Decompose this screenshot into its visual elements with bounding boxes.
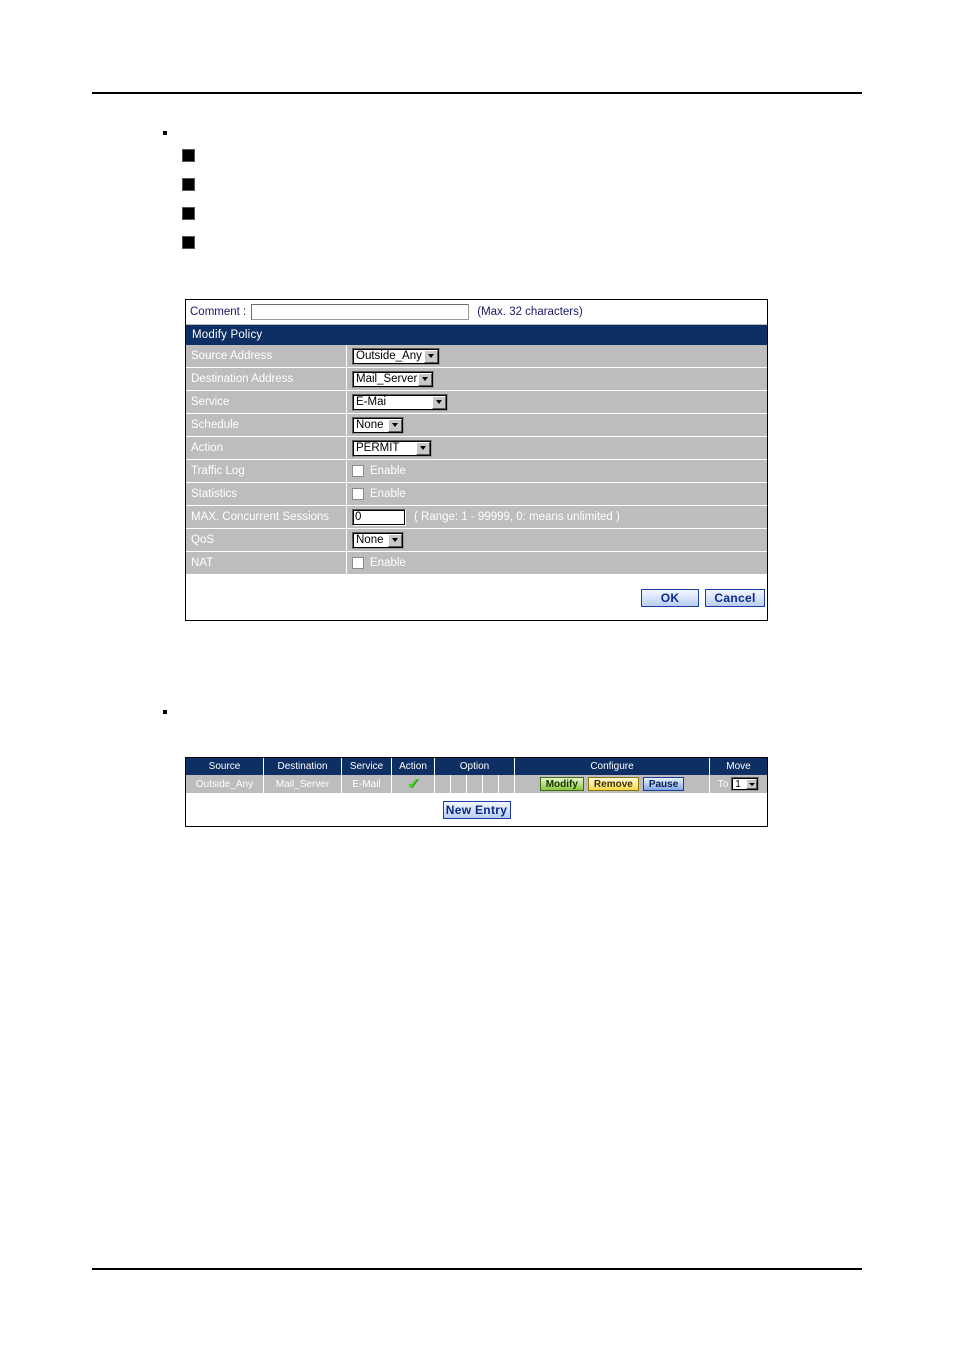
cell-source: Outside_Any bbox=[186, 775, 264, 793]
cell-option bbox=[435, 775, 515, 793]
cell-service: E-Mail bbox=[342, 775, 392, 793]
bullet-dot-top bbox=[163, 131, 167, 135]
modify-button[interactable]: Modify bbox=[539, 777, 584, 791]
option-cell-5 bbox=[499, 775, 515, 793]
remove-button[interactable]: Remove bbox=[587, 777, 639, 791]
column-header-source: Source bbox=[186, 758, 264, 775]
ok-button[interactable]: OK bbox=[641, 588, 699, 607]
header-rule bbox=[92, 92, 862, 94]
checkbox-traffic-log-label: Enable bbox=[370, 465, 406, 477]
chevron-down-icon[interactable] bbox=[746, 779, 758, 789]
row-statistics: Statistics Enable bbox=[186, 483, 767, 506]
row-nat: NAT Enable bbox=[186, 552, 767, 575]
cancel-button[interactable]: Cancel bbox=[705, 588, 765, 607]
option-cell-4 bbox=[483, 775, 499, 793]
label-service: Service bbox=[186, 391, 347, 413]
row-source-address: Source Address Outside_Any bbox=[186, 345, 767, 368]
table-footer: New Entry bbox=[186, 793, 767, 826]
select-qos[interactable]: None bbox=[352, 531, 404, 549]
label-destination-address: Destination Address bbox=[186, 368, 347, 390]
footer-rule bbox=[92, 1268, 862, 1270]
select-service-value: E-Mai bbox=[356, 396, 387, 408]
select-service[interactable]: E-Mai bbox=[352, 393, 448, 411]
table-row: Outside_Any Mail_Server E-Mail ✓ Modify … bbox=[186, 775, 767, 793]
bullet-square-2 bbox=[182, 178, 195, 191]
label-schedule: Schedule bbox=[186, 414, 347, 436]
table-header-row: Source Destination Service Action Option… bbox=[186, 758, 767, 775]
column-header-destination: Destination bbox=[264, 758, 342, 775]
chevron-down-icon[interactable] bbox=[388, 418, 402, 432]
option-cell-1 bbox=[435, 775, 451, 793]
row-schedule: Schedule None bbox=[186, 414, 767, 437]
label-nat: NAT bbox=[186, 552, 347, 574]
row-traffic-log: Traffic Log Enable bbox=[186, 460, 767, 483]
select-action[interactable]: PERMIT bbox=[352, 439, 432, 457]
move-to-label: To bbox=[717, 778, 729, 790]
max-concurrent-sessions-hint: ( Range: 1 - 99999, 0: means unlimited ) bbox=[414, 511, 620, 523]
checkbox-statistics[interactable] bbox=[352, 488, 364, 500]
label-qos: QoS bbox=[186, 529, 347, 551]
select-schedule[interactable]: None bbox=[352, 416, 404, 434]
form-footer: OK Cancel bbox=[186, 575, 767, 620]
select-source-address-value: Outside_Any bbox=[356, 350, 422, 362]
select-move-position[interactable]: 1 bbox=[731, 777, 760, 791]
label-source-address: Source Address bbox=[186, 345, 347, 367]
checkbox-nat[interactable] bbox=[352, 557, 364, 569]
comment-label: Comment : bbox=[190, 306, 247, 318]
label-traffic-log: Traffic Log bbox=[186, 460, 347, 482]
cell-configure: Modify Remove Pause bbox=[515, 775, 710, 793]
checkbox-statistics-label: Enable bbox=[370, 488, 406, 500]
select-qos-value: None bbox=[356, 534, 384, 546]
label-max-concurrent-sessions: MAX. Concurrent Sessions bbox=[186, 506, 347, 528]
row-service: Service E-Mai bbox=[186, 391, 767, 414]
row-max-concurrent-sessions: MAX. Concurrent Sessions ( Range: 1 - 99… bbox=[186, 506, 767, 529]
panel-title: Modify Policy bbox=[186, 325, 767, 345]
column-header-service: Service bbox=[342, 758, 392, 775]
cell-move: To 1 bbox=[710, 775, 767, 793]
comment-row: Comment : (Max. 32 characters) bbox=[186, 300, 767, 325]
cell-destination: Mail_Server bbox=[264, 775, 342, 793]
chevron-down-icon[interactable] bbox=[416, 441, 430, 455]
label-statistics: Statistics bbox=[186, 483, 347, 505]
modify-policy-panel: Comment : (Max. 32 characters) Modify Po… bbox=[185, 299, 768, 621]
checkbox-nat-label: Enable bbox=[370, 557, 406, 569]
pause-button[interactable]: Pause bbox=[642, 777, 685, 791]
column-header-option: Option bbox=[435, 758, 515, 775]
row-action: Action PERMIT bbox=[186, 437, 767, 460]
select-destination-address[interactable]: Mail_Server bbox=[352, 370, 434, 388]
label-action: Action bbox=[186, 437, 347, 459]
check-mark-icon: ✓ bbox=[406, 775, 420, 793]
column-header-configure: Configure bbox=[515, 758, 710, 775]
chevron-down-icon[interactable] bbox=[418, 372, 432, 386]
bullet-square-3 bbox=[182, 207, 195, 220]
comment-hint: (Max. 32 characters) bbox=[477, 306, 583, 318]
bullet-dot-bottom bbox=[163, 710, 167, 714]
select-move-position-value: 1 bbox=[735, 778, 741, 790]
new-entry-button[interactable]: New Entry bbox=[442, 800, 511, 819]
cell-action: ✓ bbox=[392, 775, 435, 793]
bullet-square-1 bbox=[182, 149, 195, 162]
column-header-action: Action bbox=[392, 758, 435, 775]
row-destination-address: Destination Address Mail_Server bbox=[186, 368, 767, 391]
option-cell-2 bbox=[451, 775, 467, 793]
chevron-down-icon[interactable] bbox=[432, 395, 446, 409]
column-header-move: Move bbox=[726, 761, 751, 772]
chevron-down-icon[interactable] bbox=[388, 533, 402, 547]
select-source-address[interactable]: Outside_Any bbox=[352, 347, 440, 365]
option-cell-3 bbox=[467, 775, 483, 793]
checkbox-traffic-log[interactable] bbox=[352, 465, 364, 477]
row-qos: QoS None bbox=[186, 529, 767, 552]
select-action-value: PERMIT bbox=[356, 442, 400, 454]
input-max-concurrent-sessions[interactable] bbox=[352, 508, 406, 526]
bullet-square-4 bbox=[182, 236, 195, 249]
comment-input[interactable] bbox=[251, 304, 470, 320]
policy-list-panel: Source Destination Service Action Option… bbox=[185, 757, 768, 827]
chevron-down-icon[interactable] bbox=[424, 349, 438, 363]
select-schedule-value: None bbox=[356, 419, 384, 431]
select-destination-address-value: Mail_Server bbox=[356, 373, 418, 385]
